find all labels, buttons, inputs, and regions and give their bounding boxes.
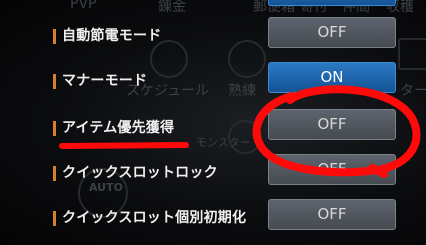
setting-label-quickslot-lock: クイックスロットロック <box>62 165 218 181</box>
setting-label-power-saving: 自動節電モード <box>62 28 162 44</box>
setting-label-item-priority: アイテム優先獲得 <box>62 120 175 136</box>
quickslot-lock-toggle[interactable]: OFF <box>268 154 396 185</box>
setting-row-item-priority: アイテム優先獲得 OFF <box>0 108 426 148</box>
setting-row-manner-mode: マナーモード ON <box>0 61 426 101</box>
setting-row-power-saving: 自動節電モード OFF <box>0 16 426 56</box>
item-priority-toggle[interactable]: OFF <box>268 109 396 140</box>
previous-toggle-edge[interactable] <box>268 0 396 6</box>
setting-label-manner-mode: マナーモード <box>62 73 148 89</box>
setting-label-quickslot-reset: クイックスロット個別初期化 <box>62 210 247 226</box>
row-accent-bar <box>53 121 56 136</box>
manner-mode-toggle[interactable]: ON <box>268 62 396 93</box>
quickslot-reset-toggle[interactable]: OFF <box>268 199 396 230</box>
settings-screen: PVP 錬金 郵便箱 寄付 仲間 収穫 AUTO スケジュール 熟練 ター モン… <box>0 0 426 245</box>
row-accent-bar <box>53 166 56 181</box>
setting-row-quickslot-lock: クイックスロットロック OFF <box>0 153 426 193</box>
setting-row-quickslot-reset: クイックスロット個別初期化 OFF <box>0 198 426 238</box>
row-accent-bar <box>53 211 56 226</box>
bg-tab-pvp: PVP <box>70 0 97 12</box>
power-saving-toggle[interactable]: OFF <box>268 17 396 48</box>
row-accent-bar <box>53 29 56 44</box>
row-accent-bar <box>53 74 56 89</box>
bg-tab-alchemy: 錬金 <box>158 0 186 15</box>
